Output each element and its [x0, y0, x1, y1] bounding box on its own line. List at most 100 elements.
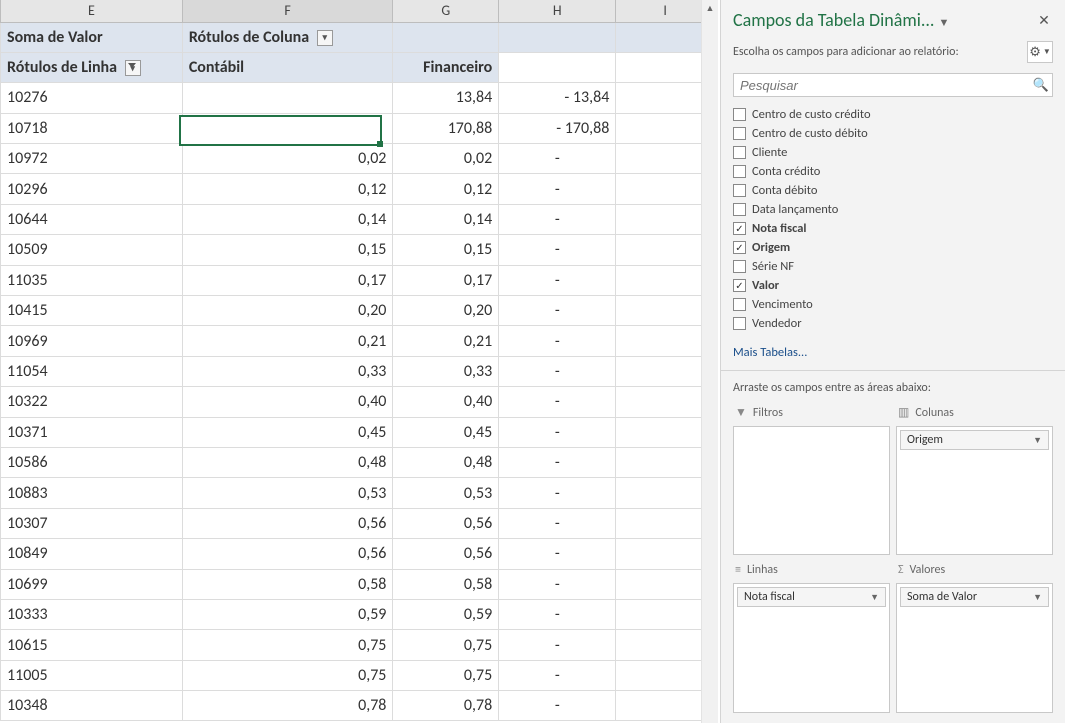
cell-financeiro[interactable]: 0,75 — [393, 660, 499, 690]
checkbox[interactable] — [733, 222, 746, 235]
row-id[interactable]: 10348 — [1, 691, 183, 721]
cell-contabil[interactable]: 0,21 — [182, 326, 393, 356]
col-header-I[interactable]: I — [616, 0, 715, 22]
row-id[interactable]: 10883 — [1, 478, 183, 508]
cell-financeiro[interactable]: 0,15 — [393, 235, 499, 265]
vertical-scrollbar[interactable]: ▲ — [701, 0, 718, 723]
area-values[interactable]: ΣValores Soma de Valor▼ — [896, 561, 1053, 713]
close-pane-button[interactable]: ✕ — [1035, 11, 1053, 29]
cell-contabil[interactable]: 0,20 — [182, 296, 393, 326]
cell-financeiro[interactable]: 0,48 — [393, 447, 499, 477]
cell-contabil[interactable]: 0,56 — [182, 539, 393, 569]
checkbox[interactable] — [733, 260, 746, 273]
checkbox[interactable] — [733, 279, 746, 292]
cell-h[interactable]: - — [499, 508, 616, 538]
cell-empty[interactable] — [616, 630, 715, 660]
field-nota-fiscal[interactable]: Nota fiscal — [733, 219, 1053, 238]
table-row[interactable]: 104150,200,20- — [1, 296, 715, 326]
table-row[interactable]: 1027613,84- 13,84 — [1, 83, 715, 113]
table-row[interactable]: 108490,560,56- — [1, 539, 715, 569]
cell-empty[interactable] — [616, 83, 715, 113]
table-row[interactable]: 109690,210,21- — [1, 326, 715, 356]
cell-empty[interactable] — [616, 599, 715, 629]
row-id[interactable]: 10333 — [1, 599, 183, 629]
cell-empty[interactable] — [616, 174, 715, 204]
spreadsheet-area[interactable]: E F G H I Soma de Valor Rótulos de Colun… — [0, 0, 720, 723]
cell-empty[interactable] — [616, 204, 715, 234]
table-row[interactable]: 105090,150,15- — [1, 235, 715, 265]
cell-h[interactable]: - — [499, 569, 616, 599]
cell-financeiro[interactable]: 0,33 — [393, 356, 499, 386]
row-id[interactable]: 11005 — [1, 660, 183, 690]
checkbox[interactable] — [733, 184, 746, 197]
cell-h[interactable]: - — [499, 265, 616, 295]
row-id[interactable]: 10972 — [1, 144, 183, 174]
table-row[interactable]: 106440,140,14- — [1, 204, 715, 234]
cell-contabil[interactable]: 0,53 — [182, 478, 393, 508]
row-id[interactable]: 10615 — [1, 630, 183, 660]
row-id[interactable]: 10322 — [1, 387, 183, 417]
row-id[interactable]: 10699 — [1, 569, 183, 599]
settings-button[interactable]: ⚙▼ — [1027, 41, 1053, 63]
column-labels-filter-icon[interactable] — [317, 30, 333, 46]
table-row[interactable]: 110050,750,75- — [1, 660, 715, 690]
cell-financeiro[interactable]: 0,58 — [393, 569, 499, 599]
cell-contabil[interactable]: 0,40 — [182, 387, 393, 417]
cell-empty[interactable] — [616, 326, 715, 356]
table-row[interactable]: 103220,400,40- — [1, 387, 715, 417]
cell-h[interactable]: - — [499, 356, 616, 386]
cell-financeiro[interactable]: 0,40 — [393, 387, 499, 417]
cell-h[interactable]: - — [499, 478, 616, 508]
field-conta-crédito[interactable]: Conta crédito — [733, 162, 1053, 181]
table-row[interactable]: 103070,560,56- — [1, 508, 715, 538]
cell-financeiro[interactable]: 0,59 — [393, 599, 499, 629]
row-id[interactable]: 10509 — [1, 235, 183, 265]
cell-h[interactable]: - — [499, 691, 616, 721]
checkbox[interactable] — [733, 241, 746, 254]
field-data-lançamento[interactable]: Data lançamento — [733, 200, 1053, 219]
values-item[interactable]: Soma de Valor▼ — [900, 587, 1049, 607]
row-id[interactable]: 10371 — [1, 417, 183, 447]
cell-contabil[interactable] — [182, 83, 393, 113]
col-header-E[interactable]: E — [1, 0, 183, 22]
cell-empty[interactable] — [616, 508, 715, 538]
cell-contabil[interactable]: 0,78 — [182, 691, 393, 721]
cell-h[interactable]: - — [499, 144, 616, 174]
cell-empty[interactable] — [616, 296, 715, 326]
cell-contabil[interactable]: 0,45 — [182, 417, 393, 447]
cell-contabil[interactable]: 0,75 — [182, 630, 393, 660]
cell-h[interactable]: - — [499, 630, 616, 660]
cell-h[interactable]: - — [499, 417, 616, 447]
cell-financeiro[interactable]: 0,21 — [393, 326, 499, 356]
cell-contabil[interactable]: 0,12 — [182, 174, 393, 204]
cell-contabil[interactable]: 0,48 — [182, 447, 393, 477]
row-id[interactable]: 10307 — [1, 508, 183, 538]
table-row[interactable]: 10718170,88- 170,88 — [1, 113, 715, 143]
row-id[interactable]: 10644 — [1, 204, 183, 234]
cell-contabil[interactable]: 0,33 — [182, 356, 393, 386]
field-centro-de-custo-crédito[interactable]: Centro de custo crédito — [733, 105, 1053, 124]
table-row[interactable]: 106990,580,58- — [1, 569, 715, 599]
cell-contabil[interactable] — [182, 113, 393, 143]
row-id[interactable]: 10586 — [1, 447, 183, 477]
cell-h[interactable]: - 13,84 — [499, 83, 616, 113]
checkbox[interactable] — [733, 108, 746, 121]
cell-contabil[interactable]: 0,58 — [182, 569, 393, 599]
cell-financeiro[interactable]: 0,56 — [393, 508, 499, 538]
field-valor[interactable]: Valor — [733, 276, 1053, 295]
cell-contabil[interactable]: 0,14 — [182, 204, 393, 234]
cell-h[interactable]: - — [499, 296, 616, 326]
cell-financeiro[interactable]: 0,12 — [393, 174, 499, 204]
field-vencimento[interactable]: Vencimento — [733, 295, 1053, 314]
area-columns[interactable]: ▥Colunas Origem▼ — [896, 403, 1053, 555]
cell-contabil[interactable]: 0,59 — [182, 599, 393, 629]
cell-empty[interactable] — [616, 144, 715, 174]
col-header-F[interactable]: F — [182, 0, 393, 22]
table-row[interactable]: 108830,530,53- — [1, 478, 715, 508]
cell-empty[interactable] — [616, 235, 715, 265]
checkbox[interactable] — [733, 203, 746, 216]
area-filters[interactable]: ▼Filtros — [733, 403, 890, 555]
cell-contabil[interactable]: 0,56 — [182, 508, 393, 538]
checkbox[interactable] — [733, 127, 746, 140]
cell-empty[interactable] — [616, 356, 715, 386]
